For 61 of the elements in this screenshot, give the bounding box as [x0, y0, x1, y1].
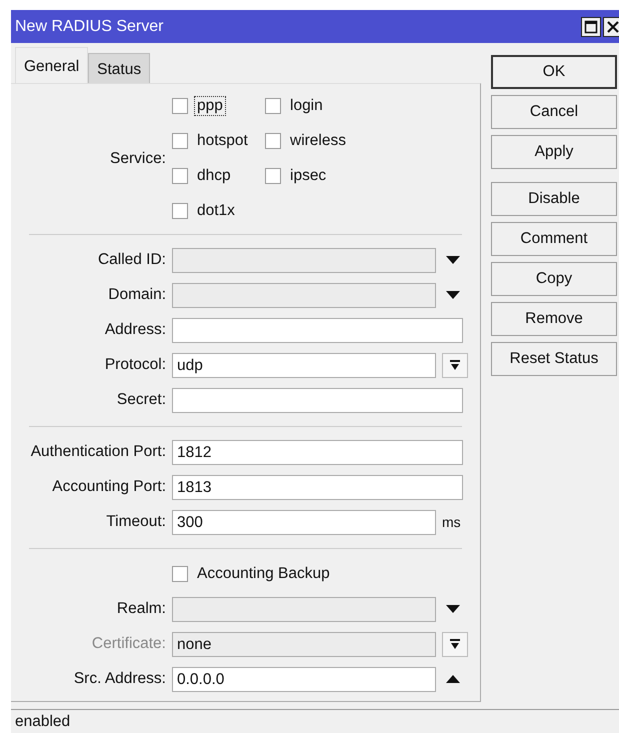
checkbox[interactable] [265, 133, 281, 149]
window-title: New RADIUS Server [15, 18, 164, 36]
checkbox-label: wireless [289, 131, 347, 151]
dialog-button[interactable]: Reset Status [491, 342, 617, 376]
field-label: Realm: [116, 600, 166, 618]
drop-down-icon [450, 638, 460, 650]
dialog-button[interactable]: Apply [491, 135, 617, 169]
checkbox[interactable] [172, 168, 188, 184]
input-field[interactable]: 1813 [172, 474, 463, 500]
checkbox[interactable] [265, 168, 281, 184]
dropdown-field[interactable] [172, 596, 436, 622]
tab[interactable]: Status [88, 53, 150, 83]
input-field[interactable]: 1812 [172, 440, 463, 464]
dropdown-arrow-icon[interactable] [446, 291, 460, 299]
dialog-button[interactable]: Copy [491, 262, 617, 296]
input-field[interactable] [172, 318, 463, 342]
checkbox[interactable] [172, 566, 188, 582]
field-label: Timeout: [105, 513, 166, 531]
checkbox-label: Accounting Backup [196, 564, 331, 584]
dropdown-arrow-icon[interactable] [446, 605, 460, 613]
dialog-button[interactable]: Remove [491, 302, 617, 336]
field-label: Accounting Port: [51, 478, 166, 496]
input-field[interactable]: 300 [172, 510, 436, 534]
select-field[interactable]: udp [172, 352, 436, 378]
tab[interactable]: General [15, 47, 88, 83]
checkbox-label: dhcp [196, 166, 232, 186]
dropdown-field[interactable] [172, 282, 436, 308]
maximize-icon[interactable] [581, 16, 601, 36]
field-label: Authentication Port: [30, 443, 166, 461]
collapse-arrow-icon[interactable] [446, 675, 460, 683]
field-label: Called ID: [96, 251, 166, 269]
checkbox[interactable] [172, 98, 188, 114]
field-label: Service: [109, 150, 166, 168]
dialog-button[interactable]: Comment [491, 222, 617, 256]
drop-down-icon [450, 360, 460, 370]
close-icon[interactable] [603, 16, 619, 36]
dropdown-arrow-icon[interactable] [446, 256, 460, 264]
checkbox[interactable] [172, 133, 188, 149]
checkbox-label: hotspot [196, 131, 249, 151]
field-label: Protocol: [104, 356, 166, 374]
select-button[interactable] [442, 632, 468, 656]
checkbox[interactable] [172, 203, 188, 219]
dropdown-field[interactable] [172, 248, 436, 272]
checkbox-label: login [289, 96, 324, 116]
field-label: Secret: [116, 391, 166, 409]
status-text: enabled [15, 713, 70, 730]
field-label: Domain: [107, 286, 166, 304]
dialog-button[interactable]: Cancel [491, 95, 617, 129]
select-button[interactable] [442, 352, 468, 378]
input-field[interactable] [172, 388, 463, 412]
field-label: Src. Address: [72, 670, 166, 688]
dialog-button[interactable]: Disable [491, 182, 617, 216]
checkbox-label: ipsec [289, 166, 328, 186]
unit-label: ms [442, 514, 461, 530]
input-field[interactable]: 0.0.0.0 [172, 666, 436, 692]
checkbox-label: dot1x [196, 201, 236, 221]
checkbox-label: ppp [194, 96, 226, 116]
field-label: Certificate: [90, 635, 166, 653]
field-label: Address: [104, 321, 166, 339]
dialog-button[interactable]: OK [491, 55, 617, 89]
checkbox[interactable] [265, 98, 281, 114]
